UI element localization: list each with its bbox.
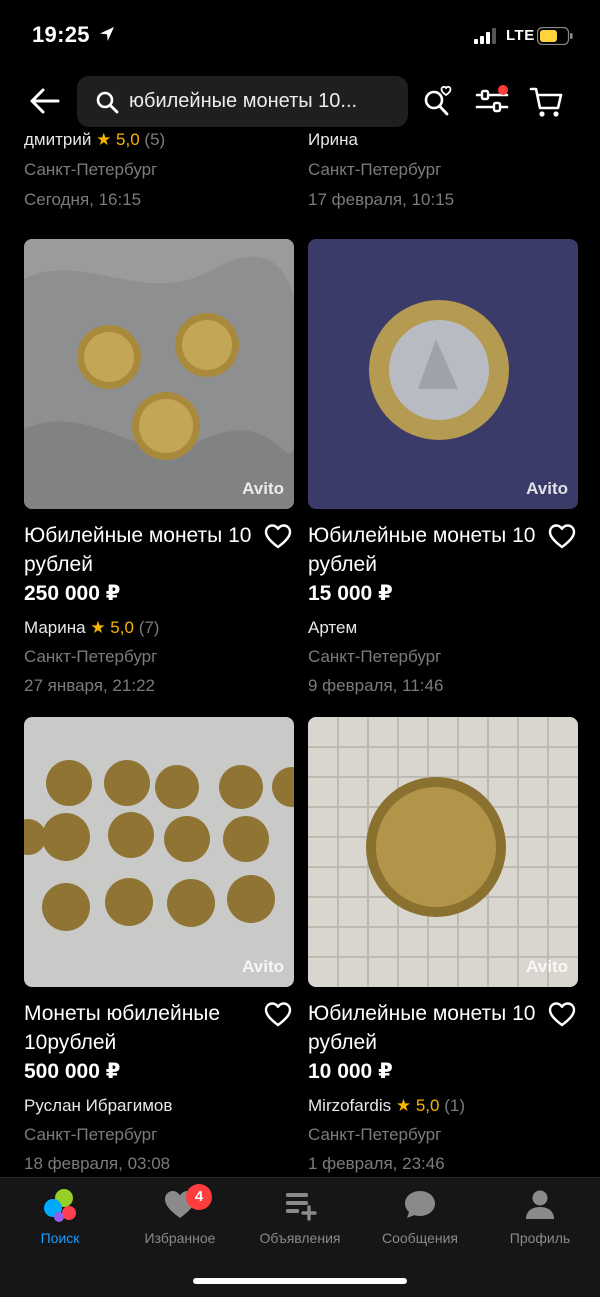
avito-logo-icon: [44, 1189, 76, 1222]
search-input[interactable]: юбилейные монеты 10...: [77, 76, 408, 127]
back-arrow-icon[interactable]: [28, 84, 62, 118]
seller-rating: ★ 5,0: [90, 618, 134, 637]
favorite-heart-icon[interactable]: [548, 1001, 576, 1027]
avito-watermark: Avito: [242, 479, 284, 498]
seller-name: Ирина: [308, 132, 359, 149]
listing-date: 17 февраля, 10:15: [308, 190, 455, 209]
signal-bars-icon: [474, 28, 496, 44]
seller-rating: ★ 5,0: [395, 1096, 440, 1115]
single-coin-photo: [308, 717, 578, 987]
tab-messages[interactable]: Сообщения: [360, 1186, 480, 1256]
favorites-count-badge: 4: [186, 1184, 212, 1210]
search-header: юбилейные монеты 10...: [0, 70, 600, 132]
listing-photo[interactable]: Avito: [24, 717, 294, 987]
listing-title[interactable]: Юбилейные монеты 10 рублей: [308, 999, 538, 1057]
listing-price: 15 000 ₽: [308, 582, 393, 605]
search-icon: [96, 91, 119, 114]
listing-price: 250 000 ₽: [24, 582, 121, 605]
seller-reviews: (1): [444, 1096, 465, 1115]
status-time: 19:25: [32, 22, 90, 47]
listing-city: Санкт-Петербург: [308, 647, 442, 666]
tab-profile[interactable]: Профиль: [480, 1186, 600, 1256]
listings-feed[interactable]: дмитрий ★ 5,0 (5) Санкт-Петербург Сегодн…: [0, 132, 600, 1177]
tab-label: Профиль: [509, 1230, 571, 1246]
listing-date: 1 февраля, 23:46: [308, 1154, 445, 1173]
listing-city: Санкт-Петербург: [24, 1125, 158, 1144]
seller-name: дмитрий: [24, 132, 92, 149]
tab-label: Сообщения: [382, 1230, 458, 1246]
listing-price: 10 000 ₽: [308, 1060, 393, 1083]
chat-bubble-icon: [405, 1191, 435, 1218]
bimetal-coin-photo: [308, 239, 578, 509]
seller-info: Mirzofardis ★ 5,0 (1): [308, 1096, 465, 1116]
listing-card[interactable]: Avito Юбилейные монеты 10 рублей 15 000 …: [308, 239, 578, 719]
listing-title[interactable]: Монеты юбилейные 10рублей: [24, 999, 254, 1057]
listing-price: 500 000 ₽: [24, 1060, 121, 1083]
favorite-heart-icon[interactable]: [548, 523, 576, 549]
listing-date: 9 февраля, 11:46: [308, 676, 444, 695]
tab-search[interactable]: Поиск: [0, 1186, 120, 1256]
listing-city: Санкт-Петербург: [24, 160, 158, 179]
network-type: LTE: [506, 27, 535, 44]
listing-city: Санкт-Петербург: [308, 160, 442, 179]
avito-watermark: Avito: [526, 957, 568, 976]
save-search-heart-icon[interactable]: [422, 84, 454, 118]
listing-city: Санкт-Петербург: [308, 1125, 442, 1144]
listing-photo[interactable]: Avito: [24, 239, 294, 509]
listing-date: 27 января, 21:22: [24, 676, 155, 695]
person-icon: [526, 1190, 554, 1219]
battery-icon: [537, 27, 573, 45]
home-indicator[interactable]: [193, 1278, 407, 1284]
search-query-text: юбилейные монеты 10...: [129, 90, 358, 112]
tab-favorites[interactable]: 4 Избранное: [120, 1184, 240, 1256]
cart-icon[interactable]: [529, 84, 565, 118]
favorite-heart-icon[interactable]: [264, 523, 292, 549]
seller-info: дмитрий ★ 5,0 (5): [24, 132, 294, 150]
listings-icon: [286, 1193, 317, 1221]
tab-label: Поиск: [40, 1230, 80, 1246]
listing-card[interactable]: Avito Юбилейные монеты 10 рублей 250 000…: [24, 239, 294, 719]
seller-name: Марина: [24, 618, 86, 637]
seller-reviews: (5): [144, 132, 166, 149]
seller-name: Артем: [308, 618, 358, 637]
listing-date: 18 февраля, 03:08: [24, 1154, 171, 1173]
status-bar: 19:25 LTE: [0, 0, 600, 70]
seller-name: Mirzofardis: [308, 1096, 392, 1115]
listing-title[interactable]: Юбилейные монеты 10 рублей: [308, 521, 538, 579]
avito-watermark: Avito: [526, 479, 568, 498]
tab-label: Объявления: [259, 1230, 341, 1246]
location-arrow-icon: [100, 27, 114, 41]
listing-card[interactable]: Avito Монеты юбилейные 10рублей 500 000 …: [24, 717, 294, 1177]
seller-reviews: (7): [138, 618, 160, 637]
avito-watermark: Avito: [242, 957, 284, 976]
listing-title[interactable]: Юбилейные монеты 10 рублей: [24, 521, 254, 579]
listing-photo[interactable]: Avito: [308, 717, 578, 987]
tab-listings[interactable]: Объявления: [240, 1186, 360, 1256]
seller-rating: ★ 5,0: [96, 132, 140, 149]
coins-on-cloth-photo: [24, 239, 294, 509]
listing-photo[interactable]: Avito: [308, 239, 578, 509]
filters-icon[interactable]: [474, 84, 510, 118]
seller-info: Марина ★ 5,0 (7): [24, 618, 159, 638]
listing-card-partial[interactable]: Ирина Санкт-Петербург 17 февраля, 10:15: [308, 132, 578, 210]
tab-label: Избранное: [144, 1230, 216, 1246]
listing-city: Санкт-Петербург: [24, 647, 158, 666]
listing-date: Сегодня, 16:15: [24, 190, 142, 209]
coin-collection-photo: [24, 717, 294, 987]
listing-card-partial[interactable]: дмитрий ★ 5,0 (5) Санкт-Петербург Сегодн…: [24, 132, 294, 210]
favorite-heart-icon[interactable]: [264, 1001, 292, 1027]
seller-name: Руслан Ибрагимов: [24, 1096, 173, 1115]
listing-card[interactable]: Avito Юбилейные монеты 10 рублей 10 000 …: [308, 717, 578, 1177]
